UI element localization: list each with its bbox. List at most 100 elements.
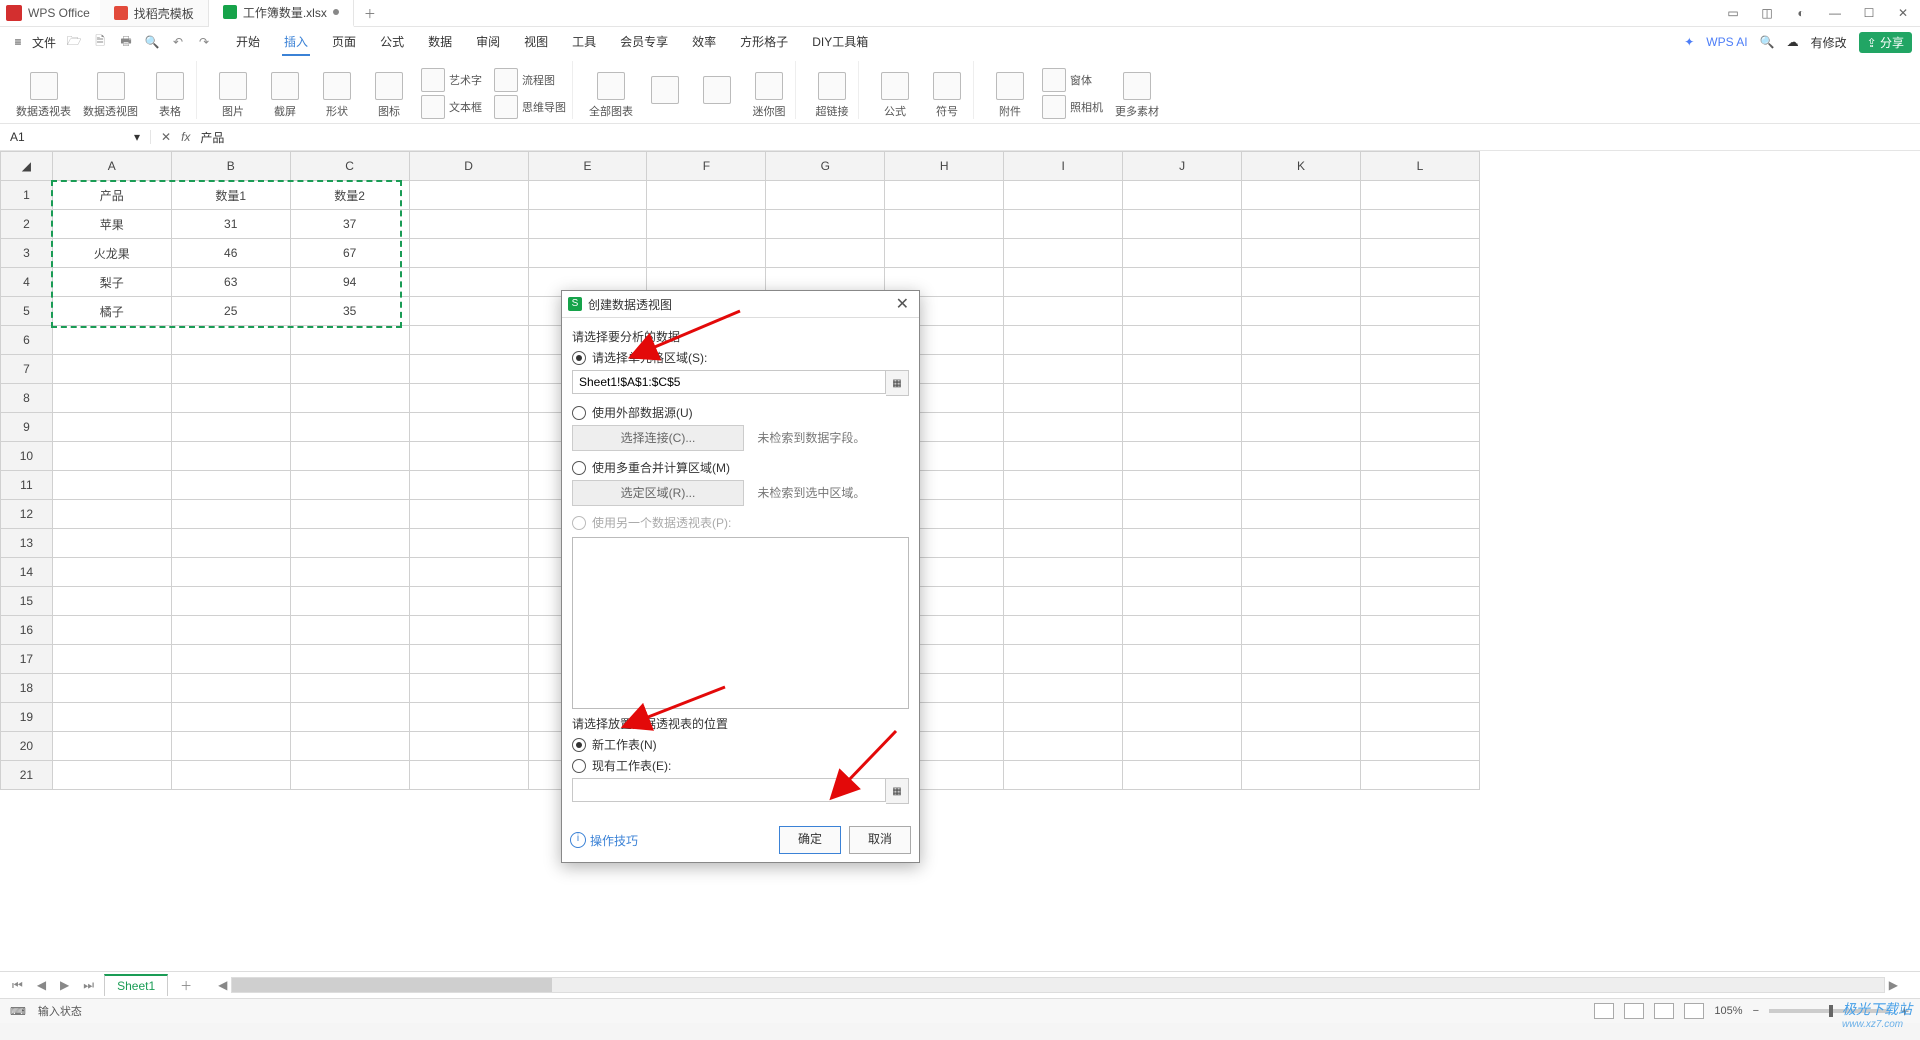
cell[interactable]: 产品 bbox=[52, 181, 171, 210]
hyperlink-button[interactable]: 超链接 bbox=[812, 72, 852, 119]
cell[interactable] bbox=[409, 268, 528, 297]
cell[interactable] bbox=[52, 732, 171, 761]
cell[interactable]: 37 bbox=[290, 210, 409, 239]
cell[interactable] bbox=[1123, 471, 1242, 500]
row-header[interactable]: 9 bbox=[1, 413, 53, 442]
cell[interactable] bbox=[1242, 732, 1361, 761]
cell[interactable] bbox=[171, 413, 290, 442]
cell[interactable] bbox=[290, 616, 409, 645]
cell[interactable] bbox=[1360, 616, 1479, 645]
cell[interactable] bbox=[1242, 500, 1361, 529]
sheet-tab[interactable]: Sheet1 bbox=[104, 974, 168, 996]
col-header[interactable]: D bbox=[409, 152, 528, 181]
cell[interactable]: 25 bbox=[171, 297, 290, 326]
cell[interactable] bbox=[1004, 587, 1123, 616]
cell[interactable] bbox=[52, 616, 171, 645]
radio-select-range[interactable] bbox=[572, 351, 586, 365]
sheet-nav-next[interactable]: ▶ bbox=[56, 978, 73, 992]
cell[interactable] bbox=[1360, 239, 1479, 268]
col-header[interactable]: L bbox=[1360, 152, 1479, 181]
cell[interactable] bbox=[1242, 587, 1361, 616]
undo-icon[interactable]: ↶ bbox=[170, 35, 186, 49]
cell[interactable] bbox=[290, 471, 409, 500]
add-tab-button[interactable]: ＋ bbox=[354, 5, 386, 22]
save-icon[interactable]: 🗎 bbox=[92, 32, 108, 53]
cell[interactable] bbox=[52, 326, 171, 355]
icons-button[interactable]: 图标 bbox=[369, 72, 409, 119]
cell[interactable] bbox=[1242, 442, 1361, 471]
zoom-out-button[interactable]: − bbox=[1753, 1005, 1759, 1017]
wps-ai-button[interactable]: WPS AI bbox=[1706, 35, 1747, 49]
cell[interactable] bbox=[409, 471, 528, 500]
row-header[interactable]: 18 bbox=[1, 674, 53, 703]
cell[interactable] bbox=[409, 210, 528, 239]
ribbon-tab-view[interactable]: 视图 bbox=[522, 29, 550, 56]
row-header[interactable]: 14 bbox=[1, 558, 53, 587]
pivot-table-button[interactable]: 数据透视表 bbox=[16, 72, 71, 119]
row-header[interactable]: 5 bbox=[1, 297, 53, 326]
radio-new-sheet[interactable] bbox=[572, 738, 586, 752]
cell[interactable] bbox=[409, 500, 528, 529]
cell[interactable] bbox=[52, 355, 171, 384]
cell[interactable] bbox=[1123, 616, 1242, 645]
sheet-nav-last[interactable]: ⏭ bbox=[79, 978, 98, 993]
cell[interactable] bbox=[1004, 732, 1123, 761]
flowchart-button[interactable]: 流程图 bbox=[494, 68, 566, 92]
cell[interactable] bbox=[290, 355, 409, 384]
preview-icon[interactable]: 🔍 bbox=[144, 35, 160, 49]
cell[interactable] bbox=[1004, 384, 1123, 413]
cell[interactable] bbox=[409, 645, 528, 674]
cell[interactable] bbox=[1123, 761, 1242, 790]
cell[interactable] bbox=[1360, 442, 1479, 471]
name-box[interactable]: A1 ▾ bbox=[0, 130, 151, 144]
cell[interactable] bbox=[290, 732, 409, 761]
cell[interactable] bbox=[1242, 239, 1361, 268]
row-header[interactable]: 10 bbox=[1, 442, 53, 471]
cell[interactable] bbox=[409, 413, 528, 442]
pivot-chart-button[interactable]: 数据透视图 bbox=[83, 72, 138, 119]
textbox-button[interactable]: 文本框 bbox=[421, 95, 482, 119]
cell[interactable]: 橘子 bbox=[52, 297, 171, 326]
cell[interactable] bbox=[528, 210, 647, 239]
tab-workbook[interactable]: 工作簿数量.xlsx bbox=[209, 0, 354, 27]
cell[interactable] bbox=[409, 732, 528, 761]
cell[interactable] bbox=[1360, 558, 1479, 587]
col-header[interactable]: I bbox=[1004, 152, 1123, 181]
cell[interactable] bbox=[1242, 471, 1361, 500]
cell[interactable]: 数量1 bbox=[171, 181, 290, 210]
cell[interactable] bbox=[409, 529, 528, 558]
cell[interactable] bbox=[290, 500, 409, 529]
picture-button[interactable]: 图片 bbox=[213, 72, 253, 119]
cell[interactable] bbox=[171, 558, 290, 587]
cell[interactable] bbox=[290, 645, 409, 674]
mindmap-button[interactable]: 思维导图 bbox=[494, 95, 566, 119]
cell[interactable] bbox=[290, 442, 409, 471]
cell[interactable] bbox=[1242, 297, 1361, 326]
cell[interactable] bbox=[171, 529, 290, 558]
cell[interactable] bbox=[409, 558, 528, 587]
ribbon-tab-tools[interactable]: 工具 bbox=[570, 29, 598, 56]
all-charts-button[interactable]: 全部图表 bbox=[589, 72, 633, 119]
cell[interactable] bbox=[885, 239, 1004, 268]
symbol-button[interactable]: 符号 bbox=[927, 72, 967, 119]
shapes-button[interactable]: 形状 bbox=[317, 72, 357, 119]
wordart-button[interactable]: 艺术字 bbox=[421, 68, 482, 92]
view-normal-button[interactable] bbox=[1594, 1003, 1614, 1019]
existing-range-picker-button[interactable]: ▦ bbox=[886, 778, 909, 804]
cell[interactable] bbox=[1004, 703, 1123, 732]
ribbon-tab-review[interactable]: 审阅 bbox=[474, 29, 502, 56]
view-read-button[interactable] bbox=[1684, 1003, 1704, 1019]
select-region-button[interactable]: 选定区域(R)... bbox=[572, 480, 744, 506]
cell[interactable] bbox=[171, 355, 290, 384]
row-header[interactable]: 6 bbox=[1, 326, 53, 355]
cancel-formula-icon[interactable]: ✕ bbox=[161, 130, 171, 144]
cell[interactable] bbox=[1242, 674, 1361, 703]
cell[interactable] bbox=[647, 239, 766, 268]
form-button[interactable]: 窗体 bbox=[1042, 68, 1103, 92]
sparkline-button[interactable]: 迷你图 bbox=[749, 72, 789, 119]
cell[interactable] bbox=[1123, 529, 1242, 558]
cell[interactable] bbox=[1004, 355, 1123, 384]
ok-button[interactable]: 确定 bbox=[779, 826, 841, 854]
cell[interactable] bbox=[1004, 761, 1123, 790]
cell[interactable] bbox=[171, 703, 290, 732]
